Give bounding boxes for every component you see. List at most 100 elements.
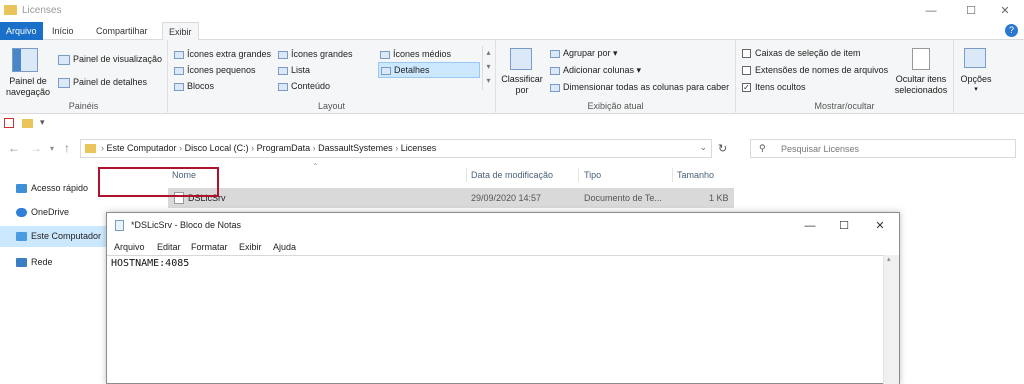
column-header-size[interactable]: Tamanho	[677, 166, 714, 184]
checkbox	[742, 49, 751, 59]
tab-exibir[interactable]: Exibir	[162, 22, 199, 41]
breadcrumb-item[interactable]: Licenses	[401, 143, 437, 153]
breadcrumb-item[interactable]: DassaultSystemes	[318, 143, 393, 153]
nav-item-onedrive[interactable]: OneDrive	[16, 202, 69, 222]
file-modified: 29/09/2020 14:57	[471, 193, 542, 203]
highlight-annotation	[98, 167, 219, 197]
new-folder-icon[interactable]	[22, 119, 33, 128]
group-by-button[interactable]: Agrupar por ▾	[550, 46, 618, 60]
search-box[interactable]: ⚲ Pesquisar Licenses	[750, 139, 1016, 158]
file-extensions-toggle[interactable]: Extensões de nomes de arquivos	[742, 63, 888, 77]
chevron-down-icon[interactable]: ⌄	[699, 142, 707, 153]
notepad-text-area[interactable]: HOSTNAME:4085	[107, 255, 899, 384]
nav-item-este-computador[interactable]: Este Computador	[16, 226, 101, 246]
column-divider[interactable]	[672, 168, 673, 182]
options-button[interactable]: Opções ▾	[956, 40, 996, 100]
fit-columns-label: Dimensionar todas as colunas para caber	[563, 82, 730, 92]
add-columns-button[interactable]: Adicionar colunas ▾	[550, 63, 641, 77]
details-pane-label: Painel de detalhes	[73, 77, 148, 87]
menu-arquivo[interactable]: Arquivo	[114, 239, 145, 255]
details-pane-icon	[58, 77, 70, 88]
notepad-menu-bar: Arquivo Editar Formatar Exibir Ajuda	[107, 239, 899, 255]
layout-content[interactable]: Conteúdo	[278, 79, 330, 93]
layout-extra-large-icons[interactable]: Ícones extra grandes	[174, 47, 271, 61]
menu-ajuda[interactable]: Ajuda	[273, 239, 296, 255]
layout-item-label: Blocos	[187, 81, 215, 91]
menu-editar[interactable]: Editar	[157, 239, 181, 255]
nav-item-rede[interactable]: Rede	[16, 252, 53, 272]
fit-columns-button[interactable]: Dimensionar todas as colunas para caber	[550, 80, 729, 94]
tab-arquivo[interactable]: Arquivo	[0, 22, 43, 40]
layout-item-label: Conteúdo	[291, 81, 331, 91]
up-arrow-icon[interactable]: ↑	[64, 141, 70, 155]
layout-item-label: Ícones extra grandes	[187, 49, 272, 59]
details-pane-button[interactable]: Painel de detalhes	[58, 75, 147, 89]
layout-small-icons[interactable]: Ícones pequenos	[174, 63, 256, 77]
extra-large-icons-icon	[174, 50, 184, 59]
sort-by-icon	[510, 48, 532, 70]
sort-by-button[interactable]: Classificar por	[500, 74, 544, 96]
preview-pane-label: Painel de visualização	[73, 54, 163, 64]
item-checkboxes-label: Caixas de seleção de item	[755, 48, 861, 58]
column-header-modified[interactable]: Data de modificação	[471, 166, 553, 184]
layout-medium-icons[interactable]: Ícones médios	[380, 47, 451, 61]
customize-toolbar-icon[interactable]: ▾	[40, 117, 45, 128]
layout-list[interactable]: Lista	[278, 63, 310, 77]
column-header-type[interactable]: Tipo	[584, 166, 601, 184]
layout-gallery-scroll[interactable]: ▴ ▾ ▾	[482, 46, 494, 90]
hide-selected-button[interactable]: Ocultar itens selecionados	[888, 74, 954, 96]
breadcrumb: › Este Computador › Disco Local (C:) › P…	[101, 143, 437, 153]
chevron-down-icon: ▾	[974, 86, 978, 93]
back-arrow-icon[interactable]: ←	[8, 141, 20, 155]
layout-details[interactable]: Detalhes	[378, 62, 480, 78]
scroll-up-icon[interactable]: ▴	[887, 255, 891, 263]
checkbox	[742, 66, 751, 76]
nav-item-label: Rede	[31, 257, 53, 267]
forward-arrow-icon[interactable]: →	[30, 141, 42, 155]
close-button[interactable]: ✕	[863, 215, 897, 237]
refresh-icon[interactable]: ↻	[718, 142, 727, 155]
cloud-icon	[16, 208, 27, 218]
nav-item-acesso-rapido[interactable]: Acesso rápido	[16, 178, 88, 198]
layout-item-label: Detalhes	[394, 65, 430, 75]
tab-compartilhar[interactable]: Compartilhar	[90, 22, 154, 40]
properties-icon[interactable]	[4, 118, 14, 128]
menu-exibir[interactable]: Exibir	[239, 239, 262, 255]
address-bar[interactable]: › Este Computador › Disco Local (C:) › P…	[80, 139, 712, 158]
recent-dropdown-icon[interactable]: ▾	[50, 144, 54, 153]
group-paineis: Painel de navegação Painel de visualizaç…	[0, 40, 168, 114]
minimize-button[interactable]: —	[914, 0, 948, 22]
menu-formatar[interactable]: Formatar	[191, 239, 228, 255]
notepad-window: *DSLicSrv - Bloco de Notas — ☐ ✕ Arquivo…	[106, 212, 900, 384]
options-icon	[964, 48, 986, 68]
group-label-show-hide: Mostrar/ocultar	[814, 101, 875, 111]
details-icon	[381, 66, 391, 75]
fit-columns-icon	[550, 83, 560, 92]
hidden-items-label: Itens ocultos	[755, 82, 806, 92]
maximize-button[interactable]: ☐	[954, 0, 988, 22]
notepad-title: *DSLicSrv - Bloco de Notas	[131, 220, 242, 230]
column-divider[interactable]	[466, 168, 467, 182]
search-input[interactable]: Pesquisar Licenses	[781, 144, 859, 154]
layout-item-label: Ícones grandes	[291, 49, 353, 59]
navigation-pane-button[interactable]: Painel de navegação	[4, 76, 52, 98]
folder-icon	[4, 5, 17, 15]
breadcrumb-item[interactable]: Disco Local (C:)	[185, 143, 249, 153]
breadcrumb-item[interactable]: ProgramData	[257, 143, 311, 153]
close-button[interactable]: ✕	[988, 0, 1022, 22]
layout-item-label: Lista	[291, 65, 311, 75]
tab-inicio[interactable]: Início	[46, 22, 80, 40]
file-extensions-label: Extensões de nomes de arquivos	[755, 65, 889, 75]
hidden-items-toggle[interactable]: ✓ Itens ocultos	[742, 80, 806, 94]
minimize-button[interactable]: —	[793, 215, 827, 237]
item-checkboxes-toggle[interactable]: Caixas de seleção de item	[742, 46, 861, 60]
layout-large-icons[interactable]: Ícones grandes	[278, 47, 353, 61]
table-row[interactable]: DSLicSrv 29/09/2020 14:57 Documento de T…	[168, 188, 734, 208]
help-icon[interactable]: ?	[1005, 24, 1018, 37]
column-divider[interactable]	[578, 168, 579, 182]
maximize-button[interactable]: ☐	[827, 215, 861, 237]
layout-tiles[interactable]: Blocos	[174, 79, 214, 93]
vertical-scrollbar[interactable]: ▴	[883, 255, 899, 384]
breadcrumb-item[interactable]: Este Computador	[107, 143, 177, 153]
preview-pane-button[interactable]: Painel de visualização	[58, 52, 162, 66]
